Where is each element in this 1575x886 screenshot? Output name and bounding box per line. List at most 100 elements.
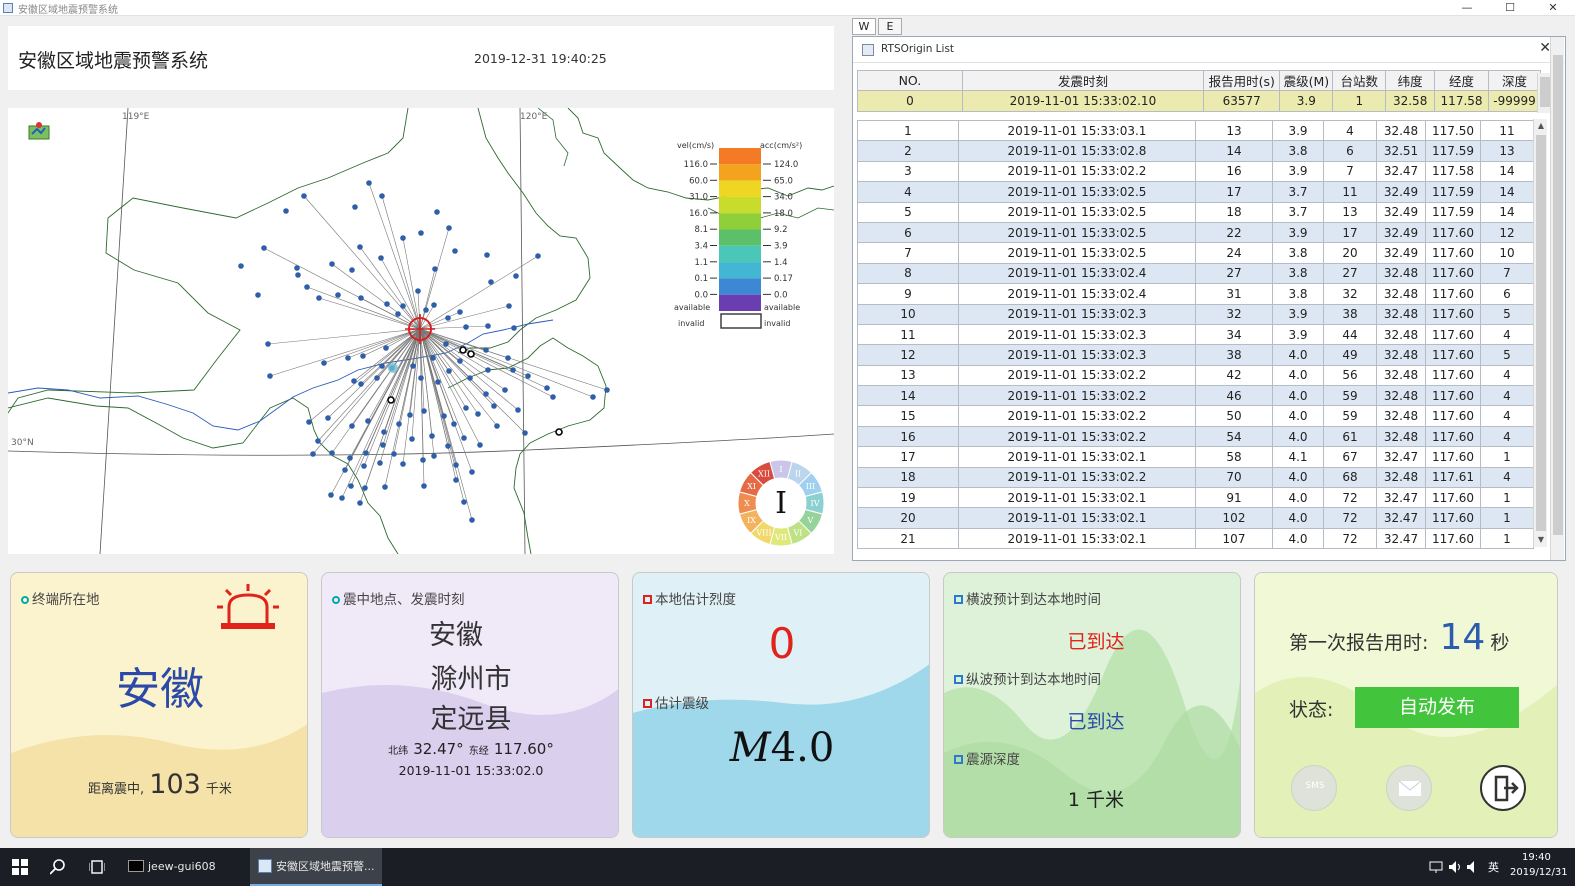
station-dot (457, 358, 463, 364)
station-dot (360, 353, 366, 359)
table-row[interactable]: 14 2019-11-01 15:33:02.2 46 4.0 59 32.48 117.6… (857, 385, 1534, 407)
header-scrollbar[interactable] (1537, 73, 1551, 113)
table-row[interactable]: 17 2019-11-01 15:33:02.1 58 4.1 67 32.47 117.6… (857, 446, 1534, 468)
minimize-button[interactable]: — (1447, 0, 1487, 16)
column-header[interactable]: 经度 (1434, 69, 1490, 92)
table-cell: 117.60 (1425, 344, 1481, 366)
column-header[interactable]: NO. (857, 69, 963, 92)
table-cell: 58 (1195, 446, 1273, 468)
table-cell: 59 (1323, 405, 1377, 427)
legend-acc-value: 3.9 (774, 242, 788, 252)
station-dot (407, 412, 413, 418)
table-row[interactable]: 16 2019-11-01 15:33:02.2 54 4.0 61 32.48 117.6… (857, 425, 1534, 448)
column-header[interactable]: 台站数 (1332, 69, 1387, 92)
scroll-up-icon[interactable]: ▲ (1534, 119, 1548, 133)
table-row[interactable]: 10 2019-11-01 15:33:02.3 32 3.9 38 32.48 117.6… (857, 303, 1534, 325)
station-dot (400, 461, 406, 467)
table-cell: 117.60 (1425, 364, 1481, 387)
windows-start-icon[interactable] (12, 859, 28, 875)
table-row[interactable]: 5 2019-11-01 15:33:02.5 18 3.7 13 32.49 117.59… (857, 201, 1534, 223)
station-dot (421, 483, 427, 489)
table-cell: 117.58 (1425, 160, 1481, 183)
scroll-down-icon[interactable]: ▼ (1534, 533, 1548, 547)
tray-date[interactable]: 2019/12/31 (1510, 867, 1568, 878)
table-row[interactable]: 15 2019-11-01 15:33:02.2 50 4.0 59 32.48 117.6… (857, 405, 1534, 427)
depth-value: 1 千米 (1067, 789, 1125, 811)
table-row[interactable]: 1 2019-11-01 15:33:03.1 13 3.9 4 32.48 117.50 1… (857, 119, 1534, 142)
task-view-icon[interactable] (89, 859, 105, 875)
map-layer-icon[interactable] (28, 120, 50, 140)
terminal-icon (128, 860, 144, 872)
mail-button[interactable] (1386, 765, 1432, 811)
network-icon[interactable] (1429, 860, 1443, 874)
column-header[interactable]: 震级(M) (1279, 69, 1334, 92)
ime-indicator[interactable]: 英 (1488, 859, 1499, 875)
close-button[interactable]: ✕ (1533, 0, 1573, 16)
station-dot (430, 355, 436, 361)
table-cell: 32.48 (1376, 303, 1426, 325)
maximize-button[interactable]: ☐ (1490, 0, 1530, 16)
tab-e[interactable]: E (878, 18, 902, 35)
table-cell: 4 (857, 181, 959, 203)
window-title: 安徽区域地震预警系统 (18, 5, 118, 16)
table-cell: 16 (1195, 160, 1273, 183)
table-row-selected[interactable]: 0 2019-11-01 15:33:02.10 63577 3.9 1 32.58 117… (857, 90, 1541, 112)
intensity-card: 本地估计烈度 0 估计震级 M4.0 (632, 572, 930, 838)
table-row[interactable]: 12 2019-11-01 15:33:02.3 38 4.0 49 32.48 117.6… (857, 344, 1534, 366)
station-dot (451, 421, 457, 427)
epicenter-distance: 距离震中, 103 千米 (88, 769, 232, 800)
table-row[interactable]: 9 2019-11-01 15:33:02.4 31 3.8 32 32.48 117.60… (857, 283, 1534, 305)
taskbar-item-app[interactable]: 安徽区域地震预警... (250, 848, 382, 886)
table-cell: 4.0 (1272, 466, 1324, 489)
map-canvas[interactable]: 119°E 120°E 30°N vel(cm/s) acc(cm/s²) 11… (8, 108, 834, 554)
column-header[interactable]: 发震时刻 (961, 69, 1205, 92)
table-cell: 27 (1195, 262, 1273, 285)
legend-invalid-right: invalid (764, 319, 790, 328)
tab-w[interactable]: W (852, 18, 876, 35)
table-row[interactable]: 20 2019-11-01 15:33:02.1 102 4.0 72 32.47 117.… (857, 507, 1534, 529)
table-row[interactable]: 4 2019-11-01 15:33:02.5 17 3.7 11 32.49 117.59… (857, 181, 1534, 203)
table-scrollbar[interactable]: ▲ ▼ (1533, 119, 1547, 547)
table-row[interactable]: 3 2019-11-01 15:33:02.2 16 3.9 7 32.47 117.58 1… (857, 160, 1534, 183)
table-row[interactable]: 19 2019-11-01 15:33:02.1 91 4.0 72 32.47 117.6… (857, 487, 1534, 509)
exit-button[interactable] (1480, 765, 1526, 811)
station-dot (396, 421, 402, 427)
table-row[interactable]: 18 2019-11-01 15:33:02.2 70 4.0 68 32.48 117.6… (857, 466, 1534, 489)
table-row[interactable]: 6 2019-11-01 15:33:02.5 22 3.9 17 32.49 117.60… (857, 221, 1534, 244)
table-row[interactable]: 7 2019-11-01 15:33:02.5 24 3.8 20 32.49 117.60… (857, 242, 1534, 264)
volume-icon[interactable] (1448, 860, 1462, 874)
tray-time[interactable]: 19:40 (1522, 852, 1551, 863)
list-window-icon (862, 44, 874, 56)
station-dot (469, 469, 475, 475)
search-icon[interactable] (50, 859, 66, 875)
station-dot (267, 373, 273, 379)
auto-publish-button[interactable]: 自动发布 (1355, 687, 1519, 728)
station-dot (420, 457, 426, 463)
table-cell: 32.51 (1376, 140, 1426, 162)
table-row[interactable]: 13 2019-11-01 15:33:02.2 42 4.0 56 32.48 117.6… (857, 364, 1534, 387)
table-cell: 54 (1195, 425, 1273, 448)
table-cell: 2019-11-01 15:33:02.5 (958, 201, 1196, 223)
table-row[interactable]: 11 2019-11-01 15:33:02.3 34 3.9 44 32.48 117.6… (857, 323, 1534, 346)
ray-line (380, 257, 421, 330)
window-scrollbar[interactable] (1550, 37, 1564, 560)
column-header[interactable]: 深度 (1488, 69, 1541, 92)
station-dot (434, 209, 440, 215)
table-cell: 18 (857, 466, 959, 489)
table-cell: 14 (1195, 140, 1273, 162)
speaker-icon[interactable] (1466, 860, 1480, 874)
table-cell: 3.9 (1272, 160, 1324, 183)
table-cell: 61 (1323, 425, 1377, 448)
magnitude-label: 估计震级 (643, 692, 709, 712)
table-row[interactable]: 8 2019-11-01 15:33:02.4 27 3.8 27 32.48 117.60… (857, 262, 1534, 285)
sms-button[interactable]: SMS (1291, 765, 1337, 811)
table-row[interactable]: 2 2019-11-01 15:33:02.8 14 3.8 6 32.51 117.59 1… (857, 140, 1534, 162)
table-cell: 32.48 (1376, 466, 1426, 489)
seismic-map[interactable]: 119°E 120°E 30°N vel(cm/s) acc(cm/s²) 11… (8, 108, 834, 554)
table-row[interactable]: 21 2019-11-01 15:33:02.1 107 4.0 72 32.47 117.… (857, 527, 1534, 550)
column-header[interactable]: 纬度 (1385, 69, 1436, 92)
column-header[interactable]: 报告用时(s) (1203, 69, 1281, 92)
station-dot (485, 323, 491, 329)
ray-line (419, 328, 594, 398)
taskbar-item-terminal[interactable]: jeew-gui608 (122, 848, 246, 886)
